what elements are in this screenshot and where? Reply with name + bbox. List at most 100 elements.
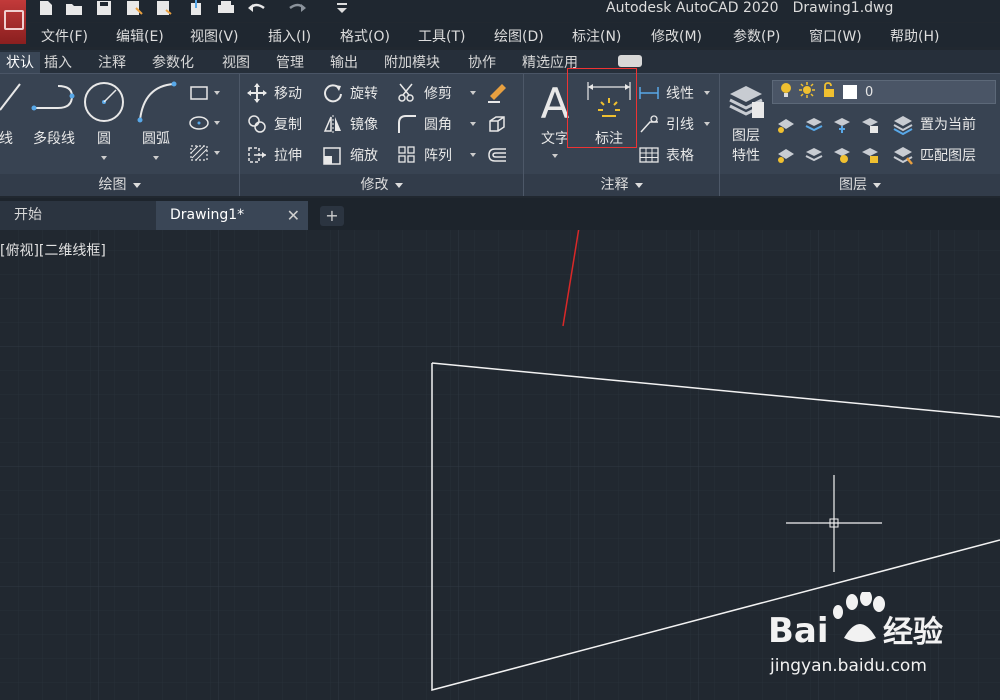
arc-tool[interactable]: 圆弧	[134, 80, 178, 160]
menu-view[interactable]: 视图(V)	[190, 26, 239, 46]
rectangle-dropdown-icon[interactable]	[214, 91, 220, 95]
chevron-down-icon	[394, 182, 403, 188]
layer-thaw-icon[interactable]	[832, 146, 852, 168]
fillet-tool[interactable]: 圆角	[396, 113, 476, 135]
viewport-controls-label[interactable]: [俯视][二维线框]	[0, 240, 106, 260]
modify-panel-title[interactable]: 修改	[240, 174, 523, 196]
print-icon[interactable]	[216, 0, 236, 16]
explode-tool[interactable]	[486, 113, 514, 135]
layer-off-icon[interactable]	[776, 116, 796, 138]
array-dropdown-icon[interactable]	[470, 153, 476, 157]
mirror-tool[interactable]: 镜像	[322, 113, 378, 135]
circle-tool[interactable]: 圆	[82, 80, 126, 160]
menu-dimension[interactable]: 标注(N)	[572, 26, 621, 46]
rectangle-tool[interactable]	[188, 82, 220, 104]
trim-tool[interactable]: 修剪	[396, 82, 476, 104]
new-tab-button[interactable]: +	[320, 206, 344, 226]
layer-dropdown[interactable]: 0	[772, 80, 996, 104]
customize-quick-access-icon[interactable]	[332, 0, 352, 16]
move-tool[interactable]: 移动	[246, 82, 302, 104]
menu-edit[interactable]: 编辑(E)	[116, 26, 164, 46]
save-icon[interactable]	[94, 0, 114, 16]
linear-dimension-icon	[638, 82, 660, 104]
tab-manage[interactable]: 管理	[274, 52, 306, 73]
leader-tool[interactable]: 引线	[638, 113, 710, 135]
tab-output[interactable]: 输出	[328, 52, 360, 73]
arc-icon	[137, 81, 177, 123]
layer-unlock-icon[interactable]	[860, 146, 880, 168]
cube-icon	[486, 113, 508, 135]
linear-dimension-tool[interactable]: 线性	[638, 82, 710, 104]
tab-drawing1[interactable]: Drawing1* ✕	[156, 201, 308, 230]
set-current-layer-tool[interactable]: 置为当前	[892, 113, 976, 136]
ribbon-minimize-toggle[interactable]	[618, 55, 642, 67]
layers-panel-title[interactable]: 图层	[720, 174, 1000, 196]
copy-tool[interactable]: 复制	[246, 113, 302, 135]
menu-modify[interactable]: 修改(M)	[651, 26, 702, 46]
hatch-dropdown-icon[interactable]	[214, 151, 220, 155]
publish-icon[interactable]	[186, 0, 206, 16]
menu-parametric[interactable]: 参数(P)	[733, 26, 780, 46]
erase-tool[interactable]	[486, 82, 514, 104]
leader-icon	[638, 113, 660, 135]
rotate-tool[interactable]: 旋转	[322, 82, 378, 104]
linear-dropdown-icon[interactable]	[704, 91, 710, 95]
plot-icon[interactable]	[154, 0, 174, 16]
layer-unisolate-icon[interactable]	[804, 146, 824, 168]
trim-dropdown-icon[interactable]	[470, 91, 476, 95]
app-menu-button[interactable]	[0, 0, 26, 44]
tab-parametric[interactable]: 参数化	[150, 52, 196, 73]
ellipse-tool[interactable]	[188, 112, 220, 134]
layer-properties-tool[interactable]: 图层 特性	[724, 80, 768, 166]
layer-on-icon[interactable]	[776, 146, 796, 168]
arc-dropdown-icon[interactable]	[153, 156, 159, 160]
layer-isolate-icon[interactable]	[804, 116, 824, 138]
menu-bar: 文件(F) 编辑(E) 视图(V) 插入(I) 格式(O) 工具(T) 绘图(D…	[30, 23, 1000, 47]
ellipse-dropdown-icon[interactable]	[214, 121, 220, 125]
tab-collaborate[interactable]: 协作	[466, 52, 498, 73]
polyline-icon	[31, 85, 75, 111]
menu-window[interactable]: 窗口(W)	[809, 26, 862, 46]
draw-panel-title[interactable]: 绘图	[0, 174, 239, 196]
table-label: 表格	[666, 148, 694, 164]
scale-tool[interactable]: 缩放	[322, 144, 378, 166]
menu-format[interactable]: 格式(O)	[340, 26, 390, 46]
circle-dropdown-icon[interactable]	[101, 156, 107, 160]
leader-dropdown-icon[interactable]	[704, 122, 710, 126]
layer-lock-icon[interactable]	[860, 116, 880, 138]
layer-stack-icon	[729, 86, 764, 118]
open-file-icon[interactable]	[64, 0, 84, 16]
menu-tools[interactable]: 工具(T)	[418, 26, 465, 46]
tab-insert[interactable]: 插入	[42, 52, 74, 73]
array-tool[interactable]: 阵列	[396, 144, 476, 166]
layer-freeze-icon[interactable]	[832, 116, 852, 138]
menu-insert[interactable]: 插入(I)	[268, 26, 311, 46]
menu-draw[interactable]: 绘图(D)	[494, 26, 544, 46]
fillet-dropdown-icon[interactable]	[470, 122, 476, 126]
undo-icon[interactable]	[246, 0, 266, 16]
linear-label: 线性	[666, 86, 694, 102]
offset-tool[interactable]	[486, 144, 514, 166]
tab-start[interactable]: 开始	[0, 201, 156, 230]
text-dropdown-icon[interactable]	[552, 154, 558, 158]
tab-view[interactable]: 视图	[220, 52, 252, 73]
match-layer-tool[interactable]: 匹配图层	[892, 144, 976, 166]
menu-help[interactable]: 帮助(H)	[890, 26, 939, 46]
hatch-tool[interactable]	[188, 142, 220, 164]
polyline-tool[interactable]: 多段线	[28, 80, 80, 148]
tab-home[interactable]: 状认	[0, 52, 40, 73]
redo-icon[interactable]	[288, 0, 308, 16]
document-name: Drawing1.dwg	[792, 0, 894, 16]
stretch-label: 拉伸	[274, 148, 302, 164]
new-file-icon[interactable]	[36, 0, 56, 16]
close-icon[interactable]: ✕	[287, 201, 300, 230]
svg-text:经验: 经验	[883, 615, 943, 650]
annotation-panel-title[interactable]: 注释	[524, 174, 719, 196]
save-as-icon[interactable]	[124, 0, 144, 16]
menu-file[interactable]: 文件(F)	[41, 26, 88, 46]
line-tool[interactable]: 线	[0, 80, 22, 148]
tab-annotate[interactable]: 注释	[96, 52, 128, 73]
table-tool[interactable]: 表格	[638, 144, 694, 166]
stretch-tool[interactable]: 拉伸	[246, 144, 302, 166]
tab-addins[interactable]: 附加模块	[382, 52, 442, 73]
